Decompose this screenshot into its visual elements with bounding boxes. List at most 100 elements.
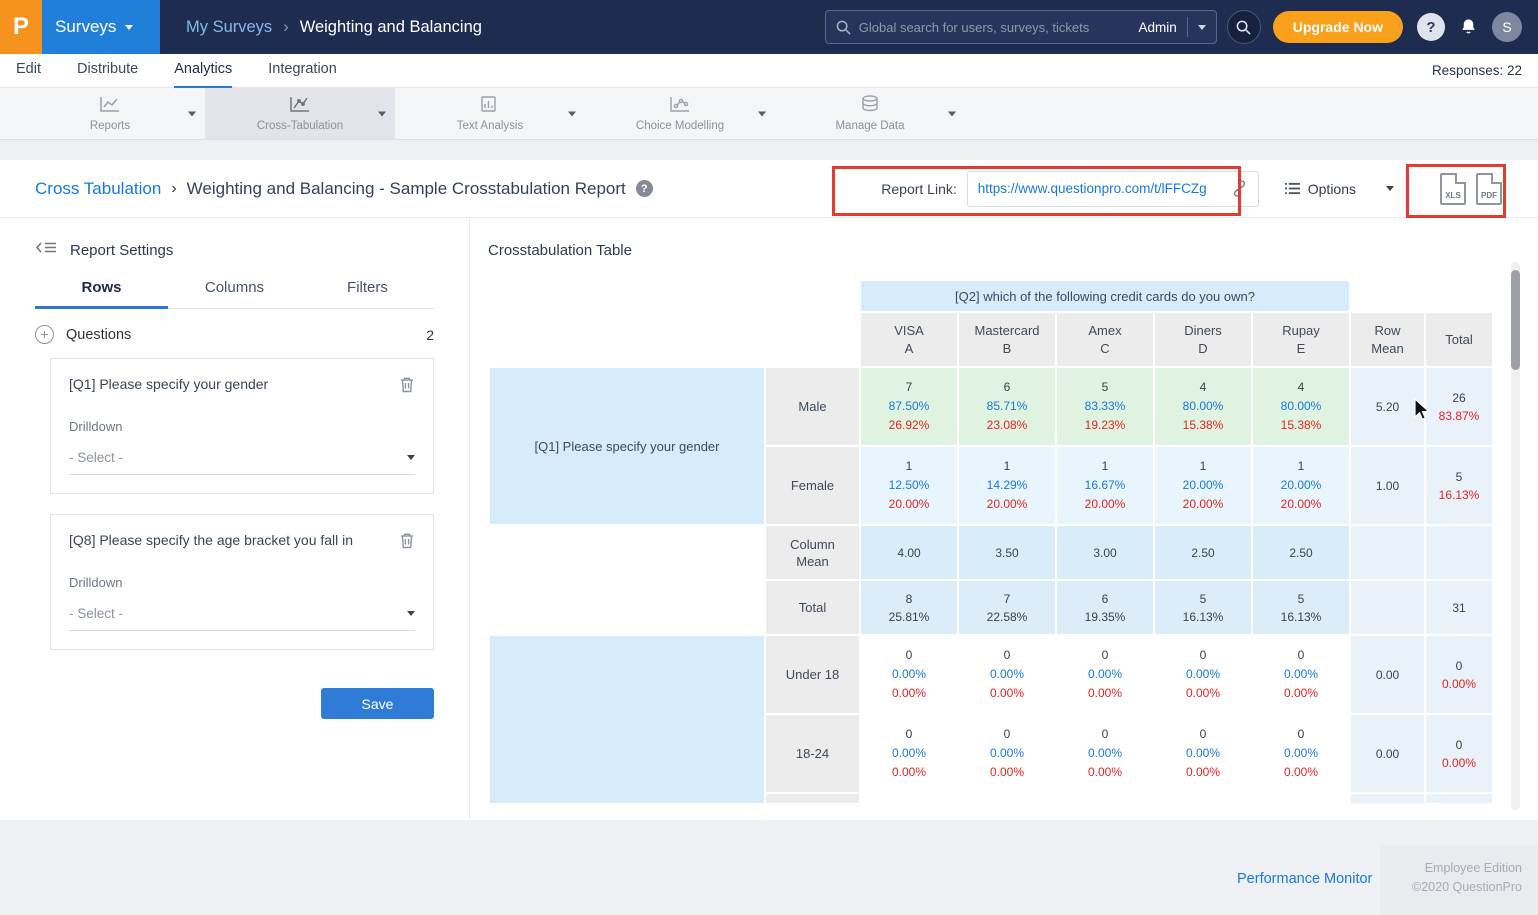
upgrade-now-button[interactable]: Upgrade Now (1273, 11, 1403, 43)
report-settings-panel: Report Settings Rows Columns Filters Que… (0, 218, 470, 820)
cell-value: 23.08% (987, 418, 1028, 432)
vertical-scrollbar[interactable] (1511, 262, 1520, 810)
pdf-label: PDF (1481, 191, 1497, 200)
edition-box: Employee Edition ©2020 QuestionPro (1380, 845, 1538, 915)
cell-value: 1 (1102, 459, 1109, 473)
chevron-down-icon[interactable] (948, 111, 956, 116)
cell-value: 0.00% (1088, 746, 1122, 760)
search-submit-button[interactable] (1227, 10, 1261, 44)
cell-value: 0.00% (1186, 746, 1220, 760)
toolbar-item-manage-data[interactable]: Manage Data (775, 88, 965, 139)
link-icon[interactable] (1231, 180, 1248, 197)
cell-value: Row (1374, 323, 1400, 338)
cell-value: 20.00% (1281, 478, 1322, 492)
chevron-down-icon[interactable] (568, 111, 576, 116)
chevron-down-icon[interactable] (758, 111, 766, 116)
cell-value: 0 (1004, 727, 1011, 741)
cell-value: 0.00% (892, 686, 926, 700)
cell-value: 0 (906, 727, 913, 741)
cell-value: 6 (1102, 592, 1109, 606)
cell-value: 0.00% (1284, 765, 1318, 779)
cell-value: Amex (1088, 323, 1121, 338)
row-total-cell (1426, 526, 1492, 579)
data-cell: 00.00%0.00% (861, 715, 957, 792)
settings-panel-title: Report Settings (70, 242, 173, 259)
breadcrumb: My Surveys › Weighting and Balancing (186, 18, 482, 37)
chevron-down-icon (1386, 186, 1394, 191)
menu-integration[interactable]: Integration (268, 54, 337, 88)
help-icon[interactable]: ? (1417, 13, 1445, 41)
trash-icon[interactable] (399, 532, 415, 549)
cell-value: 1 (1004, 459, 1011, 473)
column-mean-cell: 2.50 (1253, 526, 1349, 579)
data-cell (959, 794, 1055, 803)
total-row-cell: 516.13% (1155, 581, 1251, 634)
toolbar-item-reports[interactable]: Reports (15, 88, 205, 139)
export-xls-button[interactable]: XLS (1440, 173, 1466, 205)
cell-value: 0 (906, 648, 913, 662)
row-total-cell (1426, 794, 1492, 803)
options-dropdown[interactable]: Options (1285, 181, 1394, 197)
search-placeholder: Global search for users, surveys, ticket… (859, 20, 1139, 35)
topbar-actions: Global search for users, surveys, ticket… (825, 10, 1538, 44)
report-link-input[interactable]: https://www.questionpro.com/t/lFFCZg (967, 171, 1259, 207)
column-header: RupayE (1253, 313, 1349, 366)
cell-value: 7 (906, 380, 913, 394)
tab-filters[interactable]: Filters (301, 279, 434, 309)
cell-value: 16.13% (1183, 610, 1224, 624)
toolbar-item-text-analysis[interactable]: Text Analysis (395, 88, 585, 139)
select-value: - Select - (69, 606, 407, 621)
notifications-bell-icon[interactable] (1459, 17, 1478, 37)
trash-icon[interactable] (399, 376, 415, 393)
column-header: MastercardB (959, 313, 1055, 366)
edition-label: Employee Edition (1380, 859, 1522, 878)
collapse-panel-icon[interactable] (35, 240, 57, 260)
toolbar-item-cross-tabulation[interactable]: Cross-Tabulation (205, 88, 395, 139)
data-cell: 00.00%0.00% (1057, 715, 1153, 792)
product-switcher[interactable]: P Surveys (0, 0, 160, 54)
chevron-down-icon (407, 611, 415, 616)
column-header: VISAA (861, 313, 957, 366)
scrollbar-thumb[interactable] (1511, 270, 1520, 370)
data-cell: 116.67%20.00% (1057, 447, 1153, 524)
breadcrumb-my-surveys[interactable]: My Surveys (186, 18, 272, 37)
drilldown-select-q1[interactable]: - Select - (69, 450, 415, 475)
chevron-down-icon[interactable] (188, 111, 196, 116)
save-button[interactable]: Save (321, 688, 434, 719)
export-pdf-button[interactable]: PDF (1476, 173, 1502, 205)
menu-edit[interactable]: Edit (16, 54, 41, 88)
user-avatar[interactable]: S (1492, 12, 1522, 42)
cell-value: 0.00% (1284, 667, 1318, 681)
grand-total-cell: 31 (1426, 581, 1492, 634)
cell-value: D (1198, 341, 1207, 356)
report-link-url[interactable]: https://www.questionpro.com/t/lFFCZg (978, 181, 1231, 196)
global-search-input[interactable]: Global search for users, surveys, ticket… (825, 10, 1217, 44)
tab-rows[interactable]: Rows (35, 279, 168, 309)
drilldown-select-q8[interactable]: - Select - (69, 606, 415, 631)
data-cell: 00.00%0.00% (959, 636, 1055, 713)
total-row-cell: 722.58% (959, 581, 1055, 634)
menu-distribute[interactable]: Distribute (77, 54, 138, 88)
tab-columns[interactable]: Columns (168, 279, 301, 309)
search-scope-chevron-icon[interactable] (1198, 25, 1206, 30)
add-question-icon[interactable] (35, 325, 54, 344)
cell-value: 85.71% (987, 399, 1028, 413)
cross-tabulation-breadcrumb-link[interactable]: Cross Tabulation (35, 179, 161, 199)
toolbar-item-choice-modelling[interactable]: Choice Modelling (585, 88, 775, 139)
cell-value: 0.00% (990, 686, 1024, 700)
chevron-down-icon (125, 25, 133, 30)
cell-value: 87.50% (889, 399, 930, 413)
column-header: DinersD (1155, 313, 1251, 366)
data-cell: 787.50%26.92% (861, 368, 957, 445)
cell-value: 0.00% (892, 765, 926, 779)
data-cell (1057, 794, 1153, 803)
menu-analytics[interactable]: Analytics (174, 54, 232, 88)
cell-value: 0.00% (892, 667, 926, 681)
report-content: Cross Tabulation › Weighting and Balanci… (0, 160, 1538, 820)
performance-monitor-link[interactable]: Performance Monitor (1237, 871, 1372, 887)
cell-value: 8 (906, 592, 913, 606)
text-analysis-icon (481, 96, 499, 117)
help-icon[interactable]: ? (636, 180, 653, 197)
questionpro-logo[interactable]: P (0, 0, 42, 54)
chevron-down-icon[interactable] (378, 111, 386, 116)
